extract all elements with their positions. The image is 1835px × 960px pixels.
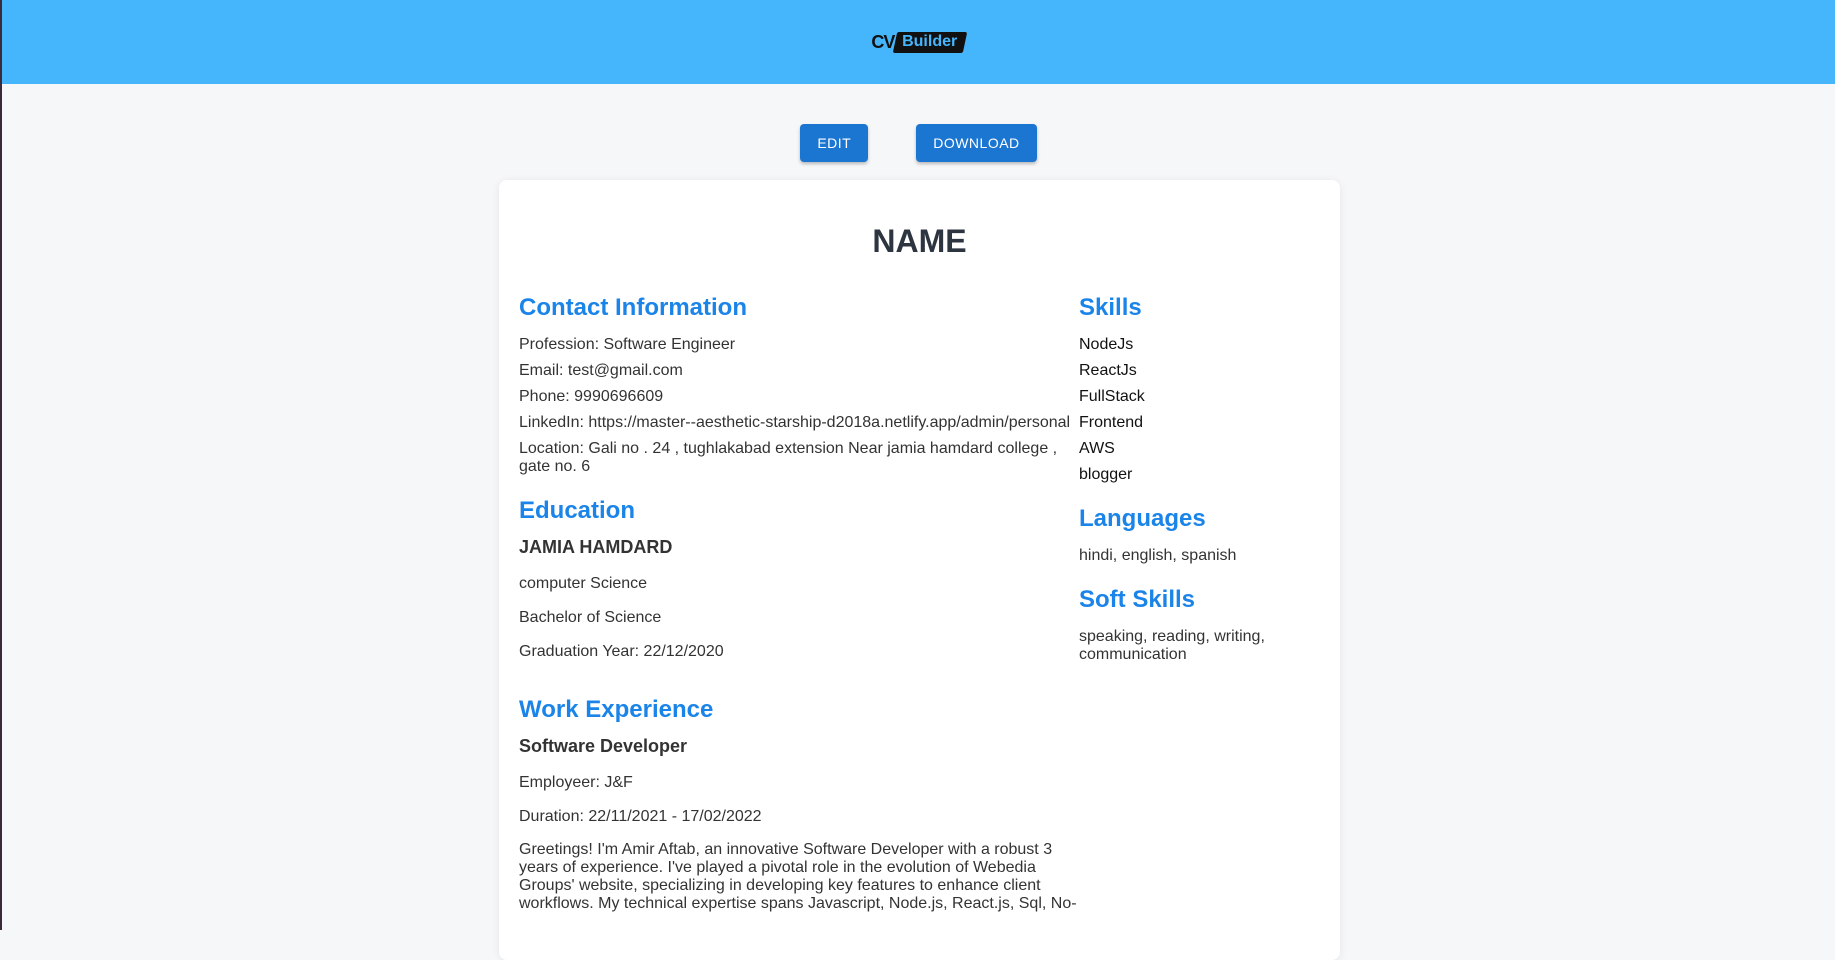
soft-skills-value: speaking, reading, writing, communicatio… <box>1079 628 1265 663</box>
cv-right-column: Skills NodeJs ReactJs FullStack Frontend… <box>1079 294 1319 913</box>
work-duration: Duration: 22/11/2021 - 17/02/2022 <box>519 808 762 825</box>
skill-item: ReactJs <box>1079 362 1137 379</box>
contact-linkedin: LinkedIn: https://master--aesthetic-star… <box>519 414 1071 431</box>
education-graduation: Graduation Year: 22/12/2020 <box>519 643 724 660</box>
languages-value: hindi, english, spanish <box>1079 547 1237 564</box>
work-section: Work Experience Software Developer Emplo… <box>519 696 1079 913</box>
languages-heading: Languages <box>1079 505 1206 532</box>
contact-profession: Profession: Software Engineer <box>519 336 736 353</box>
contact-email: Email: test@gmail.com <box>519 362 683 379</box>
languages-section: Languages hindi, english, spanish <box>1079 505 1319 565</box>
action-bar: EDIT DOWNLOAD <box>2 124 1835 162</box>
contact-phone: Phone: 9990696609 <box>519 388 664 405</box>
contact-section: Contact Information Profession: Software… <box>519 294 1079 476</box>
contact-location: Location: Gali no . 24 , tughlakabad ext… <box>519 440 1058 475</box>
skill-item: AWS <box>1079 440 1115 457</box>
logo-builder-badge: Builder <box>893 31 968 53</box>
work-description: Greetings! I'm Amir Aftab, an innovative… <box>519 841 1077 912</box>
cv-preview-card: NAME Contact Information Profession: Sof… <box>499 180 1340 960</box>
skill-item: Frontend <box>1079 414 1144 431</box>
education-heading: Education <box>519 497 636 524</box>
logo-builder-text: Builder <box>902 32 958 50</box>
edit-button[interactable]: EDIT <box>800 124 869 162</box>
soft-skills-section: Soft Skills speaking, reading, writing, … <box>1079 586 1319 664</box>
education-degree: Bachelor of Science <box>519 609 662 626</box>
skill-item: blogger <box>1079 466 1133 483</box>
skill-item: FullStack <box>1079 388 1145 405</box>
contact-heading: Contact Information <box>519 294 747 321</box>
cv-name: NAME <box>872 223 967 259</box>
skills-section: Skills NodeJs ReactJs FullStack Frontend… <box>1079 294 1319 484</box>
skill-item: NodeJs <box>1079 336 1134 353</box>
education-field: computer Science <box>519 575 648 592</box>
logo-cv-text: CV <box>871 31 895 52</box>
download-button[interactable]: DOWNLOAD <box>916 124 1037 162</box>
soft-skills-heading: Soft Skills <box>1079 586 1196 613</box>
work-title: Software Developer <box>519 736 688 756</box>
education-section: Education JAMIA HAMDARD computer Science… <box>519 497 1079 661</box>
work-employer: Employeer: J&F <box>519 774 633 791</box>
cv-builder-logo[interactable]: CV Builder <box>871 31 968 53</box>
top-bar: CV Builder <box>2 0 1835 84</box>
cv-columns: Contact Information Profession: Software… <box>499 294 1340 913</box>
work-heading: Work Experience <box>519 696 714 723</box>
cv-left-column: Contact Information Profession: Software… <box>519 294 1079 913</box>
skills-heading: Skills <box>1079 294 1142 321</box>
education-institution: JAMIA HAMDARD <box>519 537 673 557</box>
